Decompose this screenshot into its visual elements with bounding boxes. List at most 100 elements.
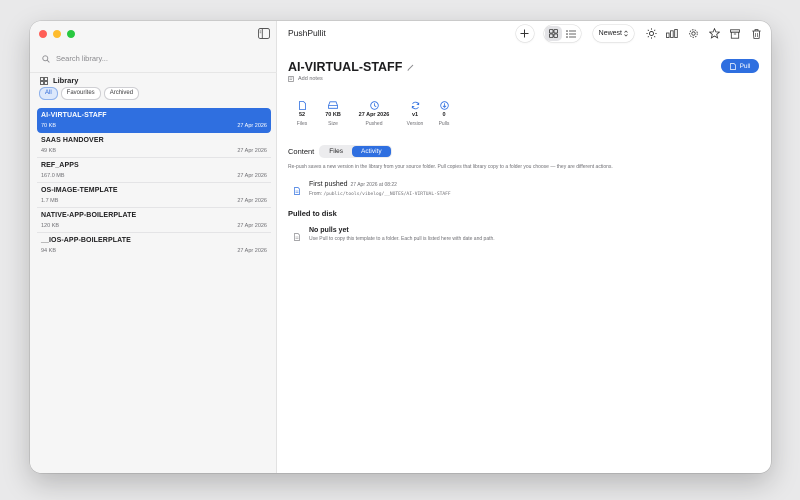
chevron-updown-icon <box>624 30 628 37</box>
add-button[interactable] <box>515 25 534 42</box>
library-header: Library <box>40 76 78 85</box>
sun-icon <box>645 28 657 39</box>
app-window: Library All Favourites Archived AI-VIRTU… <box>30 21 771 473</box>
item-name: __IOS-APP-BOILERPLATE <box>41 237 131 244</box>
filter-all[interactable]: All <box>39 87 58 100</box>
app-title: PushPullit <box>288 28 326 38</box>
item-name: REF_APPS <box>41 162 79 169</box>
add-notes-link[interactable]: Add notes <box>288 76 323 82</box>
activity-event: First pushed 27 Apr 2026 at 08:22 From: /… <box>294 181 451 200</box>
delete-button[interactable] <box>747 25 765 42</box>
library-list: AI-VIRTUAL-STAFF 70 KB 27 Apr 2026 SAAS … <box>37 108 271 258</box>
stat-label: Pulls <box>438 121 450 127</box>
library-item[interactable]: __IOS-APP-BOILERPLATE 94 KB 27 Apr 2026 <box>37 233 271 258</box>
sidebar-toggle-icon[interactable] <box>258 28 270 39</box>
stat-pushed: 27 Apr 2026 Pushed <box>354 100 394 127</box>
stat-pulls: 0 Pulls <box>436 100 452 127</box>
appearance-button[interactable] <box>642 25 660 42</box>
sort-dropdown[interactable]: Newest <box>592 25 634 42</box>
refresh-icon <box>411 100 420 110</box>
page-title: AI-VIRTUAL-STAFF <box>288 60 403 74</box>
notes-icon <box>288 76 294 82</box>
stat-value: 27 Apr 2026 <box>358 112 390 118</box>
filter-archived[interactable]: Archived <box>103 87 140 100</box>
event-path: /public/tools/vibelog/__NOTES/AI-VIRTUAL… <box>323 192 451 197</box>
list-view-button[interactable] <box>563 26 580 41</box>
document-icon <box>294 228 300 246</box>
content-label: Content <box>288 147 315 156</box>
content-tabs: Files Activity <box>319 145 392 158</box>
item-size: 120 KB <box>41 223 60 229</box>
search-bar[interactable] <box>42 54 236 63</box>
stat-label: Size <box>328 121 338 127</box>
sort-label: Newest <box>598 30 622 37</box>
event-from-label: From: <box>309 191 323 197</box>
settings-button[interactable] <box>684 25 702 42</box>
item-date: 27 Apr 2026 <box>237 223 267 229</box>
toolbar: Newest <box>515 25 765 42</box>
tab-files[interactable]: Files <box>320 146 352 157</box>
stat-value: 70 KB <box>325 112 341 118</box>
divider <box>30 72 277 73</box>
pull-button[interactable]: Pull <box>721 59 759 73</box>
list-icon <box>566 29 577 38</box>
help-text: Re-push saves a new version in the libra… <box>288 164 613 170</box>
pencil-icon[interactable] <box>407 64 414 71</box>
item-date: 27 Apr 2026 <box>237 198 267 204</box>
item-size: 1.7 MB <box>41 198 59 204</box>
file-icon <box>298 100 306 110</box>
item-size: 49 KB <box>41 148 56 154</box>
item-size: 70 KB <box>41 123 56 129</box>
document-icon <box>294 182 300 200</box>
filter-favourites[interactable]: Favourites <box>60 87 101 100</box>
item-date: 27 Apr 2026 <box>237 173 267 179</box>
empty-pulls: No pulls yet Use Pull to copy this templ… <box>294 227 495 246</box>
title-row: AI-VIRTUAL-STAFF <box>288 60 414 74</box>
download-icon <box>439 100 449 110</box>
stat-value: 0 <box>442 112 446 118</box>
view-mode-toggle <box>543 25 581 42</box>
stats-row: 52 Files 70 KB Size 27 Apr 2026 Pushed v… <box>292 100 462 127</box>
stat-size: 70 KB Size <box>322 100 344 127</box>
grid-icon <box>40 76 48 85</box>
grid-icon <box>548 29 558 38</box>
archive-icon <box>730 28 740 39</box>
stats-button[interactable] <box>663 25 681 42</box>
filter-chips: All Favourites Archived <box>39 87 140 100</box>
no-pulls-title: No pulls yet <box>309 227 349 234</box>
stat-value: v1 <box>411 112 419 118</box>
search-input[interactable] <box>56 54 236 63</box>
library-label: Library <box>53 76 79 85</box>
search-icon <box>42 54 50 63</box>
zoom-window-button[interactable] <box>67 30 75 38</box>
gear-icon <box>688 29 698 38</box>
document-icon <box>729 62 736 70</box>
stat-files: 52 Files <box>292 100 312 127</box>
stat-label: Version <box>406 121 424 127</box>
tab-activity[interactable]: Activity <box>352 146 391 157</box>
library-item[interactable]: OS-IMAGE-TEMPLATE 1.7 MB 27 Apr 2026 <box>37 183 271 208</box>
library-item[interactable]: SAAS HANDOVER 49 KB 27 Apr 2026 <box>37 133 271 158</box>
event-title: First pushed <box>309 181 348 188</box>
item-name: SAAS HANDOVER <box>41 137 104 144</box>
plus-icon <box>520 29 529 38</box>
item-date: 27 Apr 2026 <box>237 123 267 129</box>
library-item[interactable]: REF_APPS 167.0 MB 27 Apr 2026 <box>37 158 271 183</box>
library-item[interactable]: NATIVE-APP-BOILERPLATE 120 KB 27 Apr 202… <box>37 208 271 233</box>
item-name: OS-IMAGE-TEMPLATE <box>41 187 118 194</box>
stat-version: v1 Version <box>404 100 426 127</box>
trash-icon <box>751 28 761 39</box>
item-name: NATIVE-APP-BOILERPLATE <box>41 212 137 219</box>
item-size: 167.0 MB <box>41 173 65 179</box>
window-controls <box>39 30 75 38</box>
item-date: 27 Apr 2026 <box>237 248 267 254</box>
grid-view-button[interactable] <box>544 26 562 41</box>
close-window-button[interactable] <box>39 30 47 38</box>
tabs-row: Content Files Activity <box>288 145 392 158</box>
library-item[interactable]: AI-VIRTUAL-STAFF 70 KB 27 Apr 2026 <box>37 108 271 133</box>
pull-label: Pull <box>739 62 751 70</box>
archive-button[interactable] <box>726 25 744 42</box>
drive-icon <box>328 100 338 110</box>
favourite-button[interactable] <box>705 25 723 42</box>
minimize-window-button[interactable] <box>53 30 61 38</box>
